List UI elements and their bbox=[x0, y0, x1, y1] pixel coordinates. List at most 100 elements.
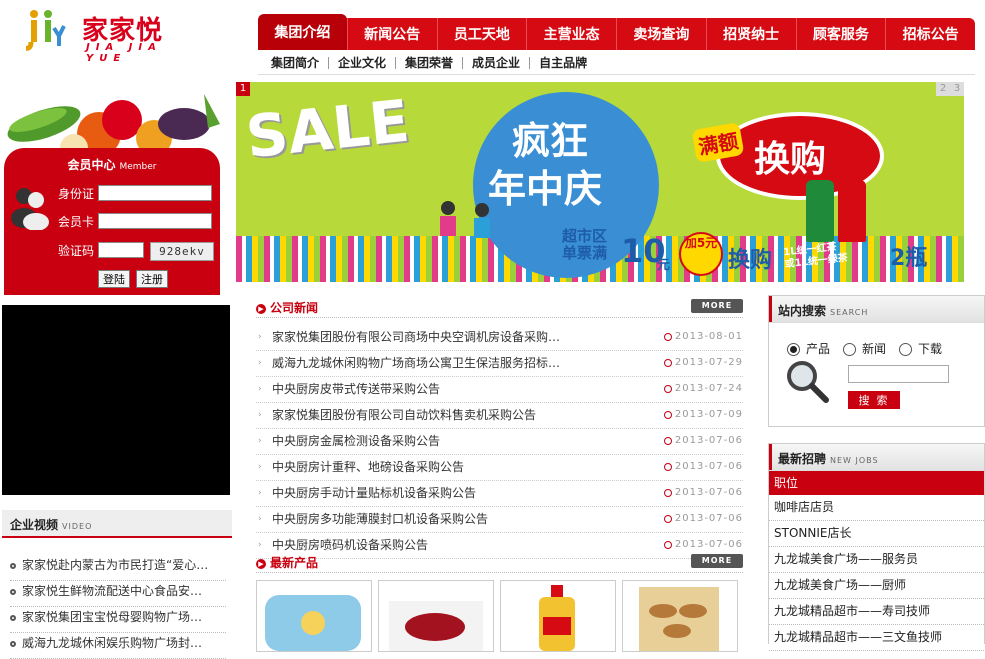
news-more-button[interactable]: MORE bbox=[691, 299, 743, 313]
video-item[interactable]: 家家悦生鲜物流配送中心食品安… bbox=[10, 581, 226, 607]
radio-download[interactable]: 下载 bbox=[899, 340, 942, 357]
product-card[interactable] bbox=[378, 580, 494, 652]
jobs-header: 最新招聘 NEW JOBS bbox=[769, 444, 984, 471]
job-item[interactable]: 九龙城美食广场——厨师 bbox=[769, 573, 984, 599]
banner-promo: 超市区 单票满 bbox=[562, 227, 608, 262]
new-icon bbox=[664, 385, 672, 393]
radio-product[interactable]: 产品 bbox=[787, 340, 830, 357]
banner-yuan: 元 bbox=[657, 258, 671, 273]
news-item[interactable]: › 中央厨房计重秤、地磅设备采购公告 2013-07-06 bbox=[256, 455, 743, 481]
bottle-image bbox=[806, 180, 834, 242]
jobs-title: 最新招聘 bbox=[778, 452, 827, 466]
search-input[interactable] bbox=[848, 365, 949, 383]
nav-item-business[interactable]: 主营业态 bbox=[526, 18, 616, 50]
id-card-input[interactable] bbox=[98, 185, 212, 201]
video-title-en: VIDEO bbox=[62, 522, 93, 531]
search-button[interactable]: 搜 索 bbox=[848, 391, 900, 409]
subnav-item-culture[interactable]: 企业文化 bbox=[328, 57, 395, 69]
product-card[interactable] bbox=[622, 580, 738, 652]
jobs-column-header: 职位 bbox=[769, 471, 984, 495]
news-item[interactable]: › 家家悦集团股份有限公司商场中央空调机房设备采购… 2013-08-01 bbox=[256, 325, 743, 351]
magnifier-icon bbox=[787, 361, 829, 403]
products-title: 最新产品 bbox=[270, 556, 319, 570]
nav-item-news[interactable]: 新闻公告 bbox=[346, 18, 437, 50]
news-item[interactable]: › 中央厨房多功能薄膜封口机设备采购公告 2013-07-06 bbox=[256, 507, 743, 533]
arrow-icon: › bbox=[258, 436, 262, 446]
job-item[interactable]: 九龙城精品超市——三文鱼技师 bbox=[769, 625, 984, 651]
arrow-icon: › bbox=[258, 332, 262, 342]
video-item[interactable]: 家家悦集团宝宝悦母婴购物广场… bbox=[10, 607, 226, 633]
register-button[interactable]: 注册 bbox=[136, 270, 168, 288]
nav-item-service[interactable]: 顾客服务 bbox=[795, 18, 886, 50]
products-more-button[interactable]: MORE bbox=[691, 554, 743, 568]
new-icon bbox=[664, 411, 672, 419]
nav-item-group-intro[interactable]: 集团介绍 bbox=[258, 14, 347, 50]
products-header: ▶ 最新产品 MORE bbox=[256, 552, 743, 573]
bullet-icon bbox=[10, 614, 16, 621]
new-icon bbox=[664, 463, 672, 471]
job-item[interactable]: 九龙城美食广场——服务员 bbox=[769, 547, 984, 573]
arrow-icon: › bbox=[258, 462, 262, 472]
banner-add-badge: 加5元 bbox=[679, 232, 723, 276]
divider bbox=[258, 74, 975, 75]
logo-mark-icon bbox=[26, 10, 66, 51]
news-item[interactable]: › 中央厨房手动计量贴标机设备采购公告 2013-07-06 bbox=[256, 481, 743, 507]
arrow-icon: › bbox=[258, 488, 262, 498]
video-item[interactable]: 家家悦赴内蒙古为市民打造“爱心… bbox=[10, 555, 226, 581]
radio-icon bbox=[899, 343, 912, 356]
banner-swap: 换购 bbox=[728, 248, 773, 273]
video-item[interactable]: 威海九龙城休闲娱乐购物广场封… bbox=[10, 633, 226, 659]
product-image bbox=[539, 585, 575, 651]
news-item[interactable]: › 家家悦集团股份有限公司自动饮料售卖机采购公告 2013-07-09 bbox=[256, 403, 743, 429]
product-card[interactable] bbox=[500, 580, 616, 652]
nav-item-recruit[interactable]: 招贤纳士 bbox=[705, 18, 796, 50]
product-image bbox=[389, 601, 483, 651]
banner-page-2[interactable]: 2 bbox=[936, 82, 950, 96]
new-icon bbox=[664, 541, 672, 549]
captcha-input[interactable] bbox=[98, 242, 144, 258]
main-nav: 集团介绍 新闻公告 员工天地 主营业态 卖场查询 招贤纳士 顾客服务 招标公告 bbox=[258, 14, 975, 50]
banner-page-1[interactable]: 1 bbox=[236, 82, 250, 96]
arrow-icon: › bbox=[258, 384, 262, 394]
video-title: 企业视频 bbox=[10, 518, 59, 532]
arrow-icon: › bbox=[258, 358, 262, 368]
promo-banner[interactable]: SALE 疯狂 年中庆 换购 满额 超市区 单票满 10 元 加5元 换购 1L统… bbox=[236, 82, 964, 282]
new-icon bbox=[664, 515, 672, 523]
video-player[interactable] bbox=[2, 305, 230, 495]
search-header: 站内搜索 SEARCH bbox=[769, 296, 984, 323]
bullet-icon bbox=[10, 562, 16, 569]
banner-headline-1: 疯狂 bbox=[512, 119, 589, 163]
member-card-input[interactable] bbox=[98, 213, 212, 229]
sub-nav: 集团简介 企业文化 集团荣誉 成员企业 自主品牌 bbox=[262, 52, 596, 74]
member-title-en: Member bbox=[119, 162, 157, 172]
arrow-icon: ▶ bbox=[256, 558, 266, 569]
login-button[interactable]: 登陆 bbox=[98, 270, 130, 288]
nav-item-staff[interactable]: 员工天地 bbox=[436, 18, 527, 50]
captcha-image[interactable]: 928ekv bbox=[150, 242, 214, 261]
news-item[interactable]: › 中央厨房皮带式传送带采购公告 2013-07-24 bbox=[256, 377, 743, 403]
product-card[interactable] bbox=[256, 580, 372, 652]
radio-icon bbox=[843, 343, 856, 356]
new-icon bbox=[664, 489, 672, 497]
search-title-en: SEARCH bbox=[830, 308, 869, 317]
job-item[interactable]: 九龙城精品超市——寿司技师 bbox=[769, 599, 984, 625]
search-title: 站内搜索 bbox=[778, 304, 827, 318]
job-item[interactable]: STONNIE店长 bbox=[769, 521, 984, 547]
job-item[interactable]: 咖啡店店员 bbox=[769, 495, 984, 521]
subnav-item-brands[interactable]: 自主品牌 bbox=[529, 57, 596, 69]
brand-name-en: JIA JIA YUE bbox=[86, 42, 162, 64]
nav-item-stores[interactable]: 卖场查询 bbox=[616, 18, 706, 50]
subnav-item-members[interactable]: 成员企业 bbox=[462, 57, 529, 69]
news-item[interactable]: › 中央厨房金属检测设备采购公告 2013-07-06 bbox=[256, 429, 743, 455]
news-header: ▶ 公司新闻 MORE bbox=[256, 297, 743, 318]
banner-page-3[interactable]: 3 bbox=[950, 82, 964, 96]
subnav-item-profile[interactable]: 集团简介 bbox=[262, 57, 328, 69]
radio-news[interactable]: 新闻 bbox=[843, 340, 886, 357]
news-item[interactable]: › 威海九龙城休闲购物广场商场公寓卫生保洁服务招标… 2013-07-29 bbox=[256, 351, 743, 377]
subnav-item-honors[interactable]: 集团荣誉 bbox=[395, 57, 462, 69]
member-login-panel: 会员中心 Member 身份证 会员卡 验证码 928ekv 登陆 注册 bbox=[4, 148, 220, 295]
bullet-icon bbox=[10, 640, 16, 647]
brand-logo[interactable]: 家家悦 JIA JIA YUE bbox=[26, 6, 196, 64]
nav-item-tender[interactable]: 招标公告 bbox=[885, 18, 975, 50]
member-card-label: 会员卡 bbox=[58, 215, 95, 229]
